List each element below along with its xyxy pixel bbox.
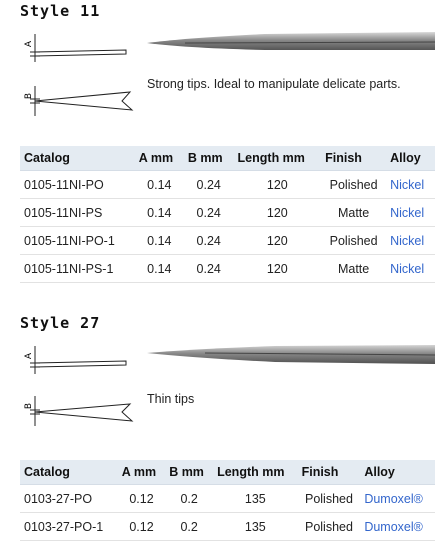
style-11-spec-table: Catalog A mm B mm Length mm Finish Alloy…: [20, 146, 435, 283]
b-mm-cell: 0.24: [183, 198, 234, 227]
b-mm-cell: 0.24: [183, 170, 234, 199]
table-row: 0105-11NI-PS 0.14 0.24 120 Matte Nickel: [20, 198, 435, 227]
column-header-length: Length mm: [213, 460, 298, 485]
alloy-link[interactable]: Dumoxel®: [364, 492, 423, 506]
dimension-a-label: A: [24, 352, 34, 359]
catalog-cell: 0105-11NI-PS: [20, 198, 135, 227]
alloy-link[interactable]: Nickel: [390, 206, 424, 220]
column-header-alloy: Alloy: [386, 146, 435, 171]
column-header-b-mm: B mm: [183, 146, 234, 171]
column-header-finish: Finish: [321, 146, 387, 171]
style-27-spec-table: Catalog A mm B mm Length mm Finish Alloy…: [20, 460, 435, 541]
finish-cell: Polished: [321, 226, 387, 255]
a-mm-cell: 0.12: [117, 512, 166, 541]
tip-diagram-a: A: [24, 34, 127, 62]
finish-cell: Polished: [297, 484, 361, 513]
catalog-cell: 0105-11NI-PO-1: [20, 226, 135, 255]
alloy-link[interactable]: Dumoxel®: [364, 520, 423, 534]
b-mm-cell: 0.24: [183, 254, 234, 283]
column-header-catalog: Catalog: [20, 146, 135, 171]
column-header-alloy: Alloy: [360, 460, 435, 485]
length-cell: 120: [233, 254, 322, 283]
finish-cell: Matte: [321, 254, 387, 283]
tweezer-image-style-27: [147, 345, 435, 364]
finish-cell: Matte: [321, 198, 387, 227]
dimension-b-label: B: [24, 403, 34, 409]
catalog-cell: 0103-27-PO: [20, 484, 118, 513]
a-mm-cell: 0.14: [134, 226, 184, 255]
style-11-title: Style 11: [20, 2, 101, 20]
table-header-row: Catalog A mm B mm Length mm Finish Alloy: [20, 460, 435, 485]
column-header-length: Length mm: [233, 146, 322, 171]
table-row: 0103-27-PO 0.12 0.2 135 Polished Dumoxel…: [20, 484, 435, 513]
a-mm-cell: 0.14: [134, 198, 184, 227]
length-cell: 135: [213, 512, 298, 541]
column-header-finish: Finish: [297, 460, 361, 485]
finish-cell: Polished: [321, 170, 387, 199]
catalog-cell: 0103-27-PO-1: [20, 512, 118, 541]
style-27-title: Style 27: [20, 314, 101, 332]
length-cell: 120: [233, 170, 322, 199]
length-cell: 120: [233, 226, 322, 255]
finish-cell: Polished: [297, 512, 361, 541]
column-header-a-mm: A mm: [134, 146, 184, 171]
a-mm-cell: 0.14: [134, 170, 184, 199]
style-11-description: Strong tips. Ideal to manipulate delicat…: [147, 77, 401, 91]
alloy-link[interactable]: Nickel: [390, 234, 424, 248]
length-cell: 120: [233, 198, 322, 227]
a-mm-cell: 0.12: [117, 484, 166, 513]
table-row: 0105-11NI-PO 0.14 0.24 120 Polished Nick…: [20, 170, 435, 199]
dimension-a-label: A: [24, 40, 34, 47]
alloy-link[interactable]: Nickel: [390, 178, 424, 192]
length-cell: 135: [213, 484, 298, 513]
b-mm-cell: 0.2: [165, 512, 214, 541]
dimension-b-label: B: [24, 93, 34, 99]
column-header-catalog: Catalog: [20, 460, 118, 485]
catalog-cell: 0105-11NI-PS-1: [20, 254, 135, 283]
tip-diagram-b: B: [24, 86, 134, 116]
table-row: 0105-11NI-PS-1 0.14 0.24 120 Matte Nicke…: [20, 254, 435, 283]
column-header-b-mm: B mm: [165, 460, 214, 485]
a-mm-cell: 0.14: [134, 254, 184, 283]
b-mm-cell: 0.24: [183, 226, 234, 255]
b-mm-cell: 0.2: [165, 484, 214, 513]
tip-diagram-a: A: [24, 346, 127, 374]
tweezer-image-style-11: [147, 32, 435, 50]
table-row: 0103-27-PO-1 0.12 0.2 135 Polished Dumox…: [20, 512, 435, 541]
tip-diagram-b: B: [24, 396, 134, 426]
catalog-cell: 0105-11NI-PO: [20, 170, 135, 199]
table-header-row: Catalog A mm B mm Length mm Finish Alloy: [20, 146, 435, 171]
alloy-link[interactable]: Nickel: [390, 262, 424, 276]
table-row: 0105-11NI-PO-1 0.14 0.24 120 Polished Ni…: [20, 226, 435, 255]
column-header-a-mm: A mm: [117, 460, 166, 485]
style-27-description: Thin tips: [147, 392, 195, 406]
